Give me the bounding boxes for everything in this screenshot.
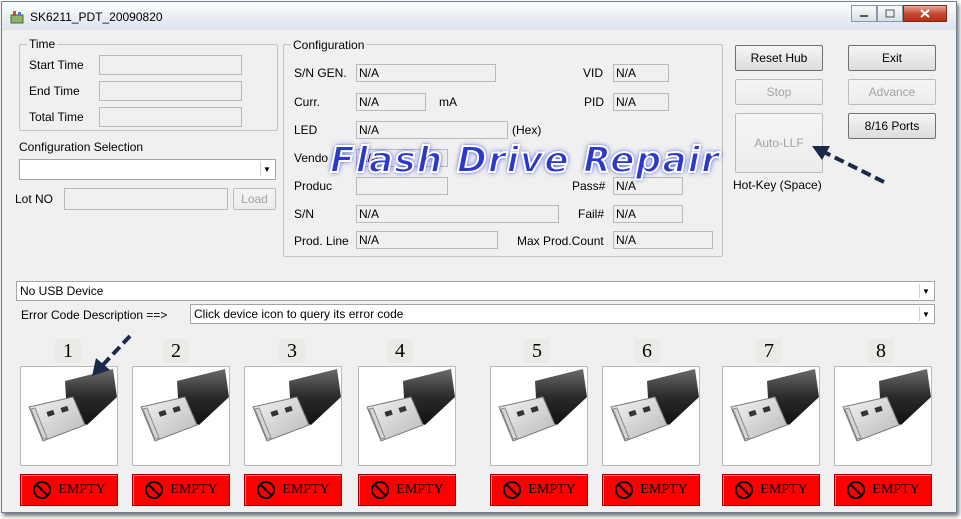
port-status-label: EMPTY: [640, 482, 688, 497]
flash-drive-repair-overlay: Flash Drive Repair: [329, 139, 720, 182]
usb-flash-drive-icon: [603, 367, 699, 468]
port-device-button-1[interactable]: [20, 366, 118, 466]
usb-flash-drive-icon: [835, 367, 931, 468]
no-entry-icon: [371, 481, 390, 499]
port-status-6: EMPTY: [602, 474, 700, 506]
port-device-button-8[interactable]: [834, 366, 932, 466]
port-device-button-7[interactable]: [722, 366, 820, 466]
port-status-3: EMPTY: [244, 474, 342, 506]
port-device-button-3[interactable]: [244, 366, 342, 466]
port-status-2: EMPTY: [132, 474, 230, 506]
arrow-icon: [812, 146, 885, 184]
app-window: SK6211_PDT_20090820 Time Start Time End …: [1, 1, 957, 513]
port-status-label: EMPTY: [872, 482, 920, 497]
port-status-7: EMPTY: [722, 474, 820, 506]
port-status-label: EMPTY: [396, 482, 444, 497]
usb-flash-drive-icon: [21, 367, 117, 468]
port-number-4: 4: [387, 339, 413, 363]
port-number-8: 8: [868, 339, 894, 363]
no-entry-icon: [33, 481, 52, 499]
port-status-8: EMPTY: [834, 474, 932, 506]
usb-flash-drive-icon: [133, 367, 229, 468]
port-device-button-2[interactable]: [132, 366, 230, 466]
port-device-button-4[interactable]: [358, 366, 456, 466]
port-status-label: EMPTY: [170, 482, 218, 497]
no-entry-icon: [503, 481, 522, 499]
usb-flash-drive-icon: [245, 367, 341, 468]
no-entry-icon: [615, 481, 634, 499]
port-number-3: 3: [279, 339, 305, 363]
port-number-7: 7: [756, 339, 782, 363]
no-entry-icon: [145, 481, 164, 499]
port-number-1: 1: [55, 339, 81, 363]
port-status-4: EMPTY: [358, 474, 456, 506]
no-entry-icon: [847, 481, 866, 499]
usb-flash-drive-icon: [491, 367, 587, 468]
port-number-5: 5: [524, 339, 550, 363]
port-device-button-5[interactable]: [490, 366, 588, 466]
port-status-5: EMPTY: [490, 474, 588, 506]
arrow-icon: [92, 334, 132, 376]
no-entry-icon: [735, 481, 754, 499]
port-status-label: EMPTY: [58, 482, 106, 497]
port-number-2: 2: [163, 339, 189, 363]
port-status-label: EMPTY: [760, 482, 808, 497]
port-number-6: 6: [634, 339, 660, 363]
usb-flash-drive-icon: [723, 367, 819, 468]
port-status-label: EMPTY: [282, 482, 330, 497]
usb-flash-drive-icon: [359, 367, 455, 468]
port-status-label: EMPTY: [528, 482, 576, 497]
no-entry-icon: [257, 481, 276, 499]
port-device-button-6[interactable]: [602, 366, 700, 466]
port-status-1: EMPTY: [20, 474, 118, 506]
ports-area: 1 EMPTY 2 EMPTY 3 EMPTY 4 EMPTY 5 EMPTY 6 EMPTY 7 EMP…: [2, 2, 956, 512]
